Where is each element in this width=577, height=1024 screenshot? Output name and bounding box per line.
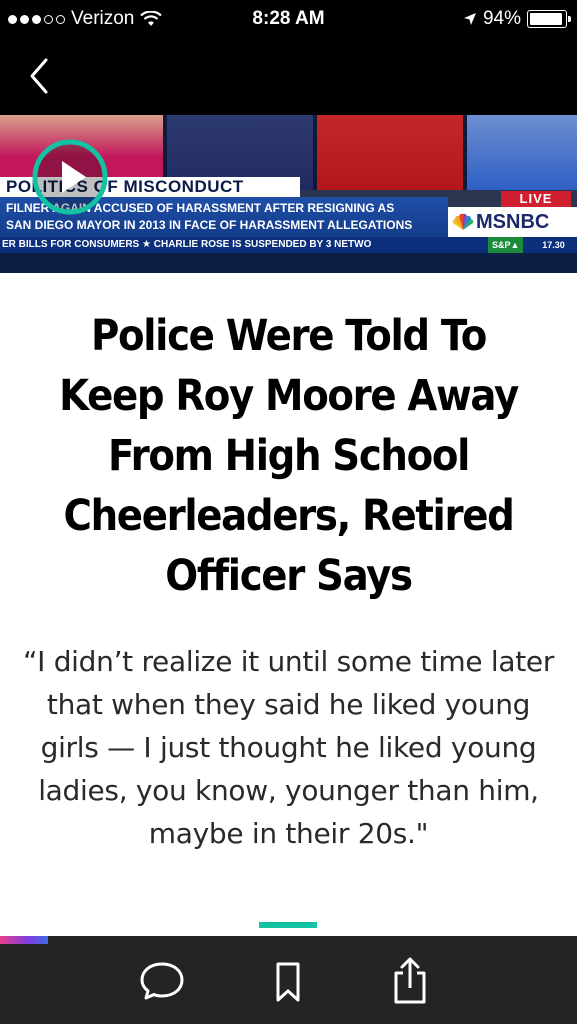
network-logo: MSNBC [448,207,577,237]
live-badge: LIVE [501,191,571,207]
bottom-toolbar [0,936,577,1024]
video-bottom-band [0,253,577,273]
play-button[interactable] [30,137,110,217]
network-name: MSNBC [476,211,550,233]
share-icon [394,957,426,1004]
chevron-left-icon [30,58,48,94]
location-arrow-icon [463,13,476,25]
comment-icon [140,962,184,1000]
peacock-icon [452,213,474,230]
battery-status: 94% [463,8,571,30]
market-label: S&P▲ [488,237,524,253]
video-divider [313,115,317,190]
bookmark-icon [276,962,300,1002]
article-headline: Police Were Told To Keep Roy Moore Away … [59,311,519,601]
status-bar: Verizon 8:28 AM 94% [0,0,577,40]
accent-divider [259,922,317,928]
video-divider [463,115,467,190]
video-frame-panel [315,115,465,190]
share-button[interactable] [380,956,440,1012]
navigation-bar [0,40,577,115]
back-button[interactable] [20,54,60,98]
chyron-line: SAN DIEGO MAYOR IN 2013 IN FACE OF HARAS… [6,218,413,232]
battery-percent: 94% [482,8,521,29]
bookmark-button[interactable] [258,956,318,1012]
comment-button[interactable] [132,956,192,1012]
market-value: 17.30 [530,237,577,253]
video-player[interactable]: POLITICS OF MISCONDUCT FILNER AGAIN ACCU… [0,115,577,273]
article-dek: “I didn’t realize it until some time lat… [22,645,555,850]
battery-level [530,13,562,25]
reading-progress [0,936,48,944]
battery-icon [527,10,571,28]
play-icon [32,139,108,215]
video-frame-panel [465,115,577,190]
